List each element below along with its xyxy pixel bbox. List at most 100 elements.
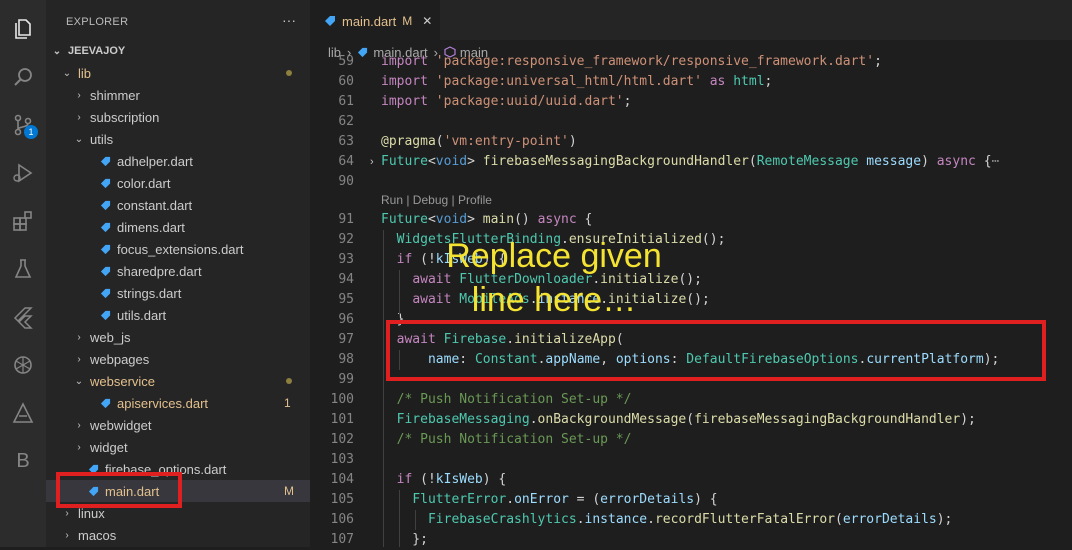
b-icon[interactable]: B (10, 448, 36, 474)
codelens-run-debug-profile[interactable]: Run | Debug | Profile (381, 193, 492, 207)
code-text: /* Push Notification Set-up */ (396, 432, 632, 447)
indent-guide (399, 270, 400, 315)
folder-item[interactable]: › webpages (46, 348, 310, 370)
tab-status: M (402, 14, 413, 28)
folder-item[interactable]: › subscription (46, 106, 310, 128)
line-number: 63 (338, 134, 354, 149)
annotation-text: Replace given line here… (414, 234, 694, 322)
testing-icon[interactable] (10, 256, 36, 282)
code-line[interactable]: 60 import 'package:universal_html/html.da… (310, 72, 1072, 92)
line-number: 93 (338, 252, 354, 267)
workspace-root[interactable]: ⌄ JEEVAJOY (46, 40, 310, 62)
folder-item[interactable]: › web_js (46, 326, 310, 348)
explorer-icon[interactable] (10, 16, 36, 42)
tree-item-label: constant.dart (117, 197, 193, 213)
code-text: FirebaseCrashlytics.instance.recordFlutt… (427, 512, 953, 527)
file-item[interactable]: dimens.dart (46, 216, 310, 238)
chevron-down-icon: ⌄ (62, 67, 72, 79)
line-number: 102 (330, 432, 354, 447)
flutter-icon[interactable] (10, 304, 36, 330)
code-line[interactable]: 106 FirebaseCrashlytics.instance.recordF… (310, 510, 1072, 530)
file-item[interactable]: adhelper.dart (46, 150, 310, 172)
run-debug-icon[interactable] (10, 160, 36, 186)
code-text: if (!kIsWeb) { (396, 472, 507, 487)
code-line[interactable]: 59 import 'package:responsive_framework/r… (310, 52, 1072, 72)
annotation-line-1: Replace given (446, 237, 662, 275)
a-icon[interactable] (10, 400, 36, 426)
file-item[interactable]: strings.dart (46, 282, 310, 304)
tree-item-label: dimens.dart (117, 219, 185, 235)
line-number: 60 (338, 74, 354, 89)
folder-item[interactable]: › shimmer (46, 84, 310, 106)
modified-dot-icon (286, 70, 292, 76)
code-line[interactable]: 101 FirebaseMessaging.onBackgroundMessag… (310, 410, 1072, 430)
tree-item-label: web_js (90, 329, 131, 345)
chevron-right-icon: › (77, 89, 81, 101)
line-number: 104 (330, 472, 354, 487)
close-icon[interactable]: ✕ (422, 14, 432, 28)
code-line[interactable]: 64 Future<void> firebaseMessagingBackgrou… (310, 152, 1072, 172)
indent-guide (383, 230, 384, 547)
tree-item-label: webwidget (90, 417, 152, 433)
workspace-root-label: JEEVAJOY (68, 45, 126, 57)
file-item[interactable]: apiservices.dart 1 (46, 392, 310, 414)
code-line[interactable]: 107 }; (310, 530, 1072, 550)
code-text: import 'package:responsive_framework/res… (381, 54, 882, 69)
tree-item-label: strings.dart (117, 285, 182, 301)
code-line[interactable]: 90 (310, 172, 1072, 192)
explorer-title: EXPLORER (66, 16, 129, 28)
chevron-down-icon: ⌄ (52, 45, 62, 57)
chatgpt-icon[interactable] (10, 352, 36, 378)
tree-item-label: sharedpre.dart (117, 263, 202, 279)
highlight-main-dart-box (56, 472, 182, 508)
code-line[interactable]: 63 @pragma('vm:entry-point') (310, 132, 1072, 152)
code-line[interactable]: 91 Future<void> main() async { (310, 210, 1072, 230)
folder-item[interactable]: ⌄ lib (46, 62, 310, 84)
chevron-right-icon: › (77, 111, 81, 123)
code-text: }; (381, 532, 428, 547)
tree-item-label: utils.dart (117, 307, 167, 323)
code-text: /* Push Notification Set-up */ (396, 392, 632, 407)
folder-item[interactable]: › macos (46, 524, 310, 546)
line-number: 64 (338, 154, 354, 169)
fold-chevron-icon[interactable]: › (370, 156, 374, 168)
dart-file-icon (100, 310, 111, 320)
folder-item[interactable]: ⌄ webservice (46, 370, 310, 392)
more-actions-icon[interactable]: ··· (282, 12, 296, 28)
dart-file-icon (100, 398, 111, 408)
code-line[interactable]: 105 FlutterError.onError = (errorDetails… (310, 490, 1072, 510)
tab-main-dart[interactable]: main.dart M ✕ (310, 0, 440, 41)
chevron-right-icon: › (65, 529, 69, 541)
extensions-icon[interactable] (10, 208, 36, 234)
code-line[interactable]: 62 (310, 112, 1072, 132)
code-line[interactable]: 100 /* Push Notification Set-up */ (310, 390, 1072, 410)
dart-file-icon (100, 266, 111, 276)
folder-item[interactable]: › webwidget (46, 414, 310, 436)
tree-item-label: apiservices.dart (117, 395, 209, 411)
code-line[interactable]: 103 (310, 450, 1072, 470)
code-line[interactable]: 102 /* Push Notification Set-up */ (310, 430, 1072, 450)
file-item[interactable]: constant.dart (46, 194, 310, 216)
file-item[interactable]: sharedpre.dart (46, 260, 310, 282)
file-item[interactable]: focus_extensions.dart (46, 238, 310, 260)
indent-guide (399, 490, 400, 547)
file-item[interactable]: utils.dart (46, 304, 310, 326)
folder-item[interactable]: › widget (46, 436, 310, 458)
line-number: 59 (338, 54, 354, 69)
line-number: 90 (338, 174, 354, 189)
tree-item-label: adhelper.dart (117, 153, 193, 169)
code-line[interactable]: 104 if (!kIsWeb) { (310, 470, 1072, 490)
chevron-down-icon: ⌄ (74, 133, 84, 145)
code-line[interactable]: 61 import 'package:uuid/uuid.dart'; (310, 92, 1072, 112)
chevron-right-icon: › (77, 419, 81, 431)
line-number: 92 (338, 232, 354, 247)
folder-item[interactable]: ⌄ utils (46, 128, 310, 150)
search-icon[interactable] (10, 64, 36, 90)
code-text: FirebaseMessaging.onBackgroundMessage(fi… (396, 412, 976, 427)
file-status-badge: 1 (284, 396, 291, 410)
dart-file-icon (100, 222, 111, 232)
file-item[interactable]: color.dart (46, 172, 310, 194)
line-number: 94 (338, 272, 354, 287)
dart-file-icon (100, 156, 111, 166)
tree-item-label: webpages (90, 351, 150, 367)
